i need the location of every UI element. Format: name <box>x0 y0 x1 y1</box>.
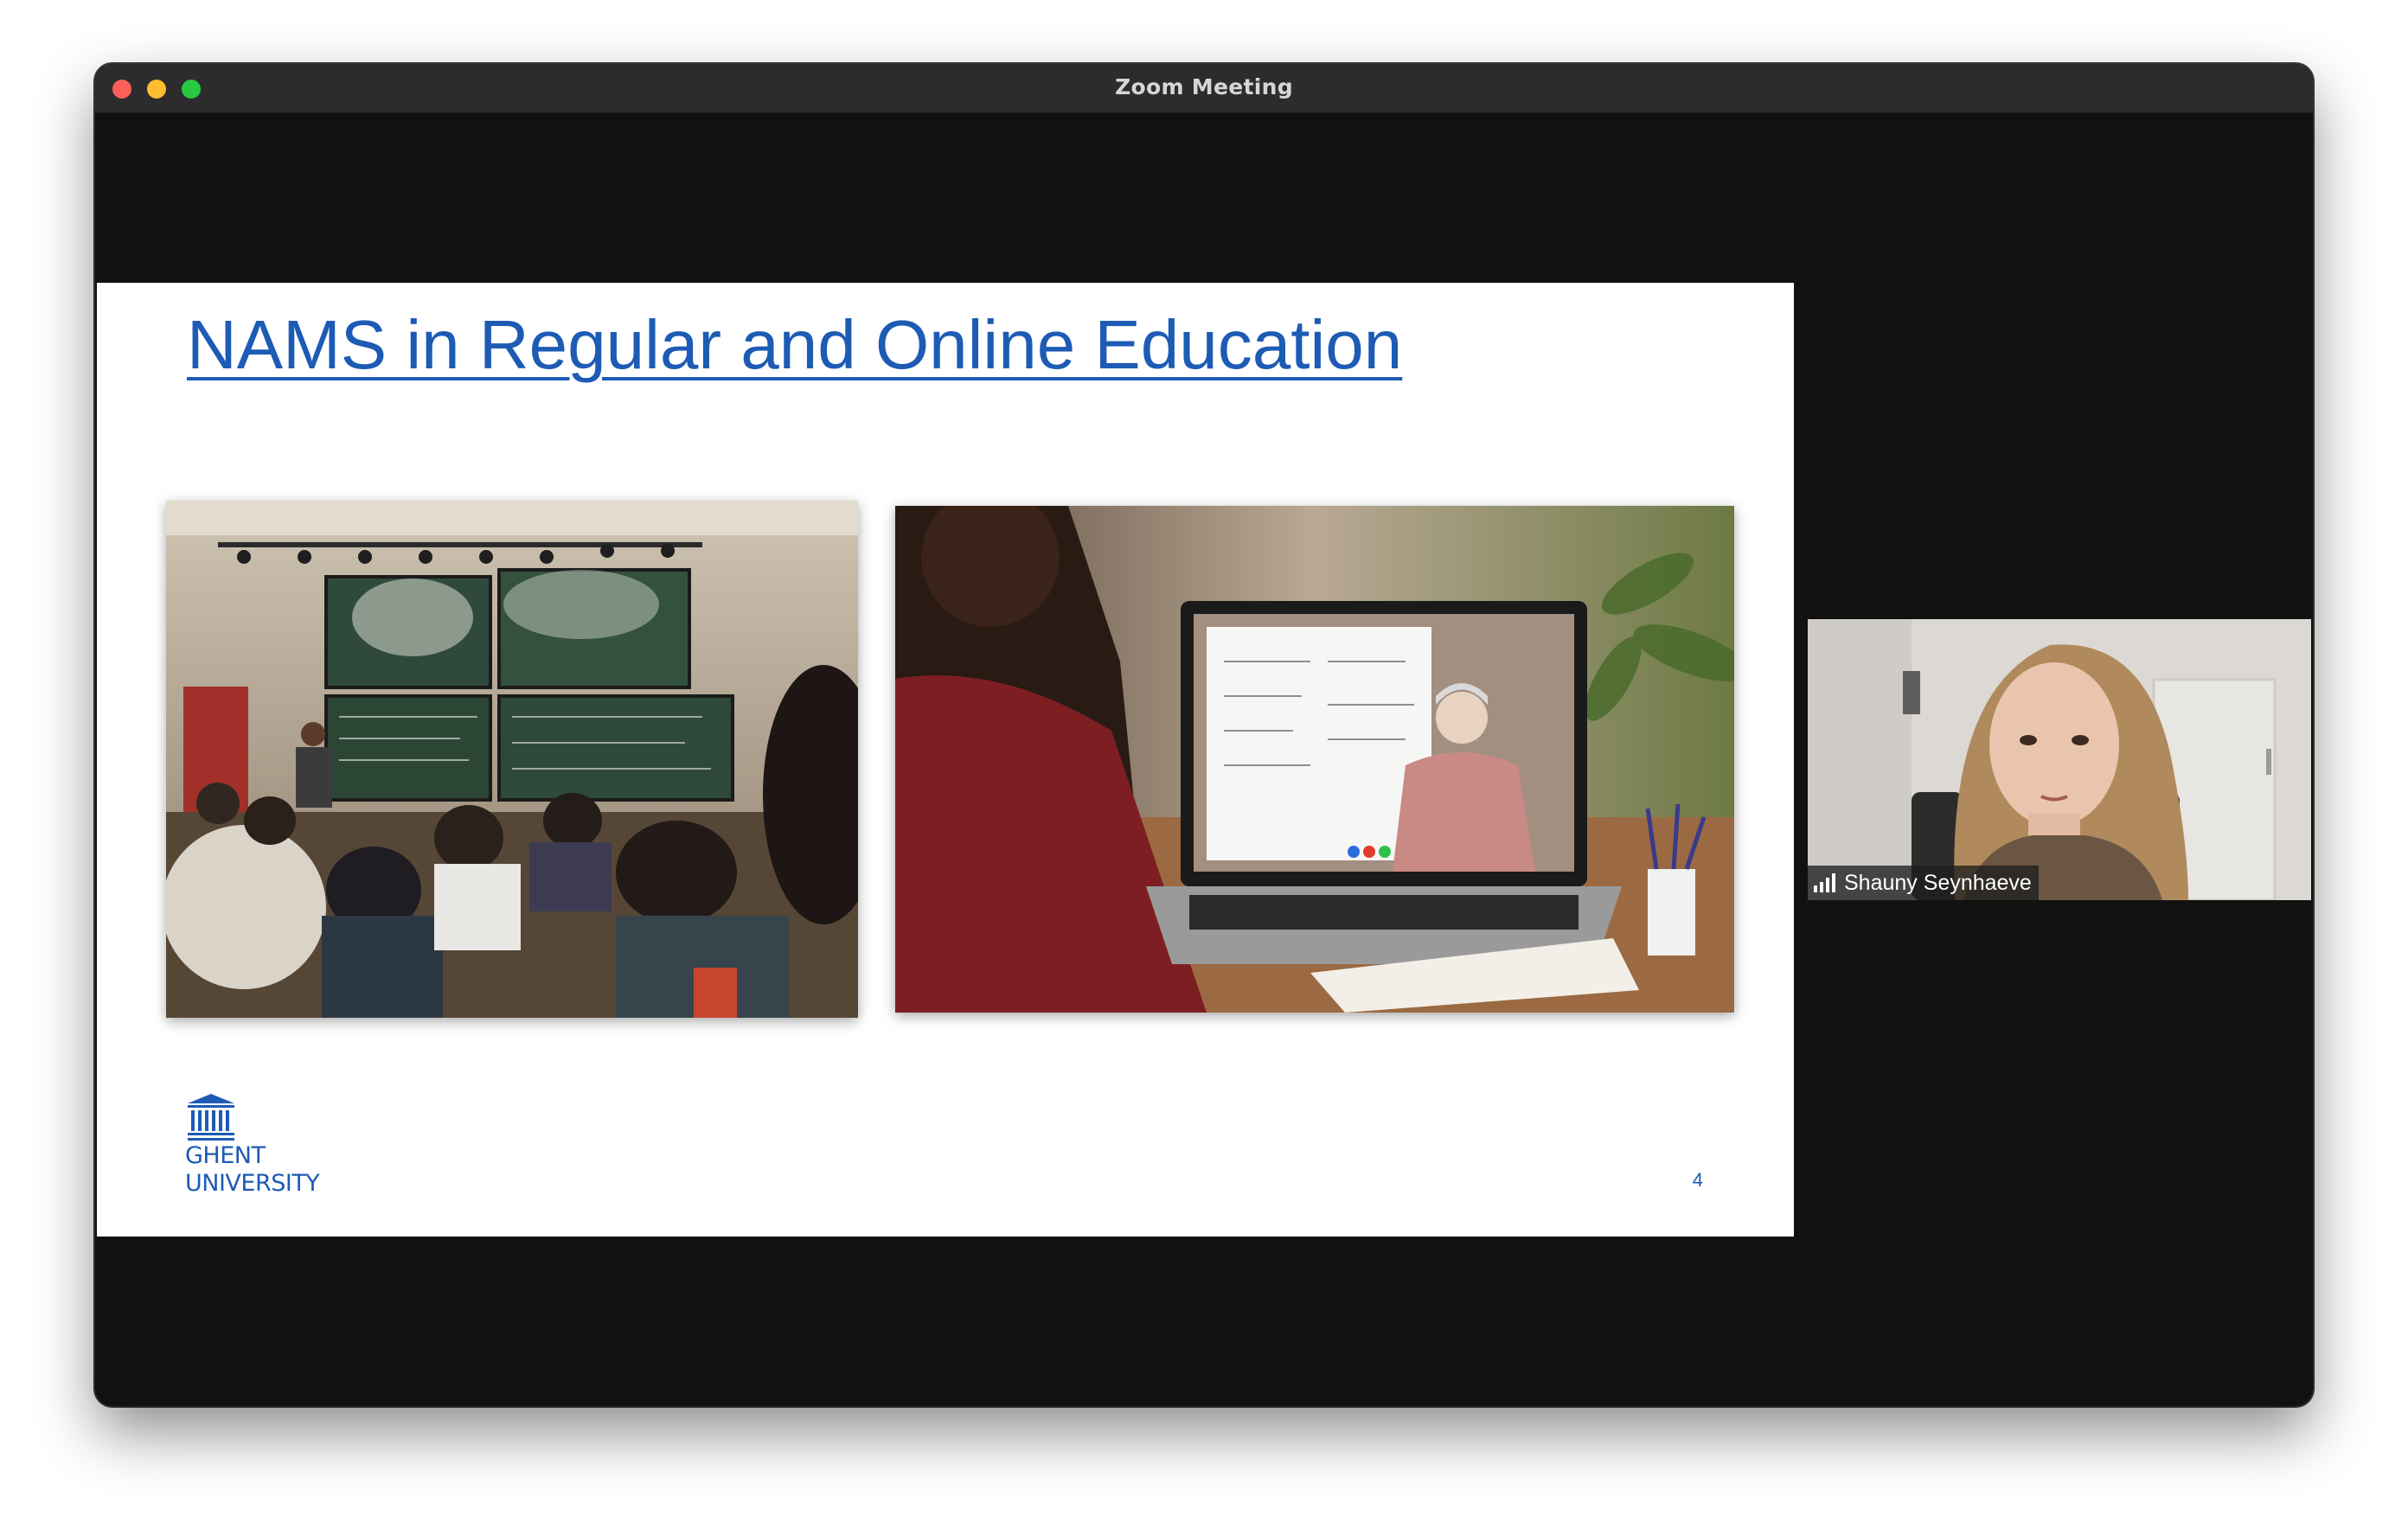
participant-video-feed <box>1808 619 2311 900</box>
ghent-university-logo-icon <box>188 1094 234 1141</box>
online-class-photo <box>895 506 1734 1013</box>
participant-video-tile[interactable]: Shauny Seynhaeve <box>1808 619 2311 900</box>
shared-slide: NAMS in Regular and Online Education GHE… <box>97 283 1794 1237</box>
title-bar: Zoom Meeting <box>95 64 2313 113</box>
window-title: Zoom Meeting <box>1115 74 1293 99</box>
ghent-university-wordmark: GHENT UNIVERSITY <box>185 1142 320 1198</box>
classroom-photo <box>166 501 858 1018</box>
logo-line-2: UNIVERSITY <box>185 1170 320 1197</box>
participant-name-tag: Shauny Seynhaeve <box>1808 866 2039 900</box>
slide-title: NAMS in Regular and Online Education <box>187 306 1403 383</box>
participant-name: Shauny Seynhaeve <box>1844 871 2032 895</box>
logo-line-1: GHENT <box>185 1142 266 1169</box>
zoom-window: Zoom Meeting NAMS in Regular and Online … <box>95 64 2313 1406</box>
slide-page-number: 4 <box>1692 1169 1703 1191</box>
signal-bars-icon <box>1814 873 1835 892</box>
